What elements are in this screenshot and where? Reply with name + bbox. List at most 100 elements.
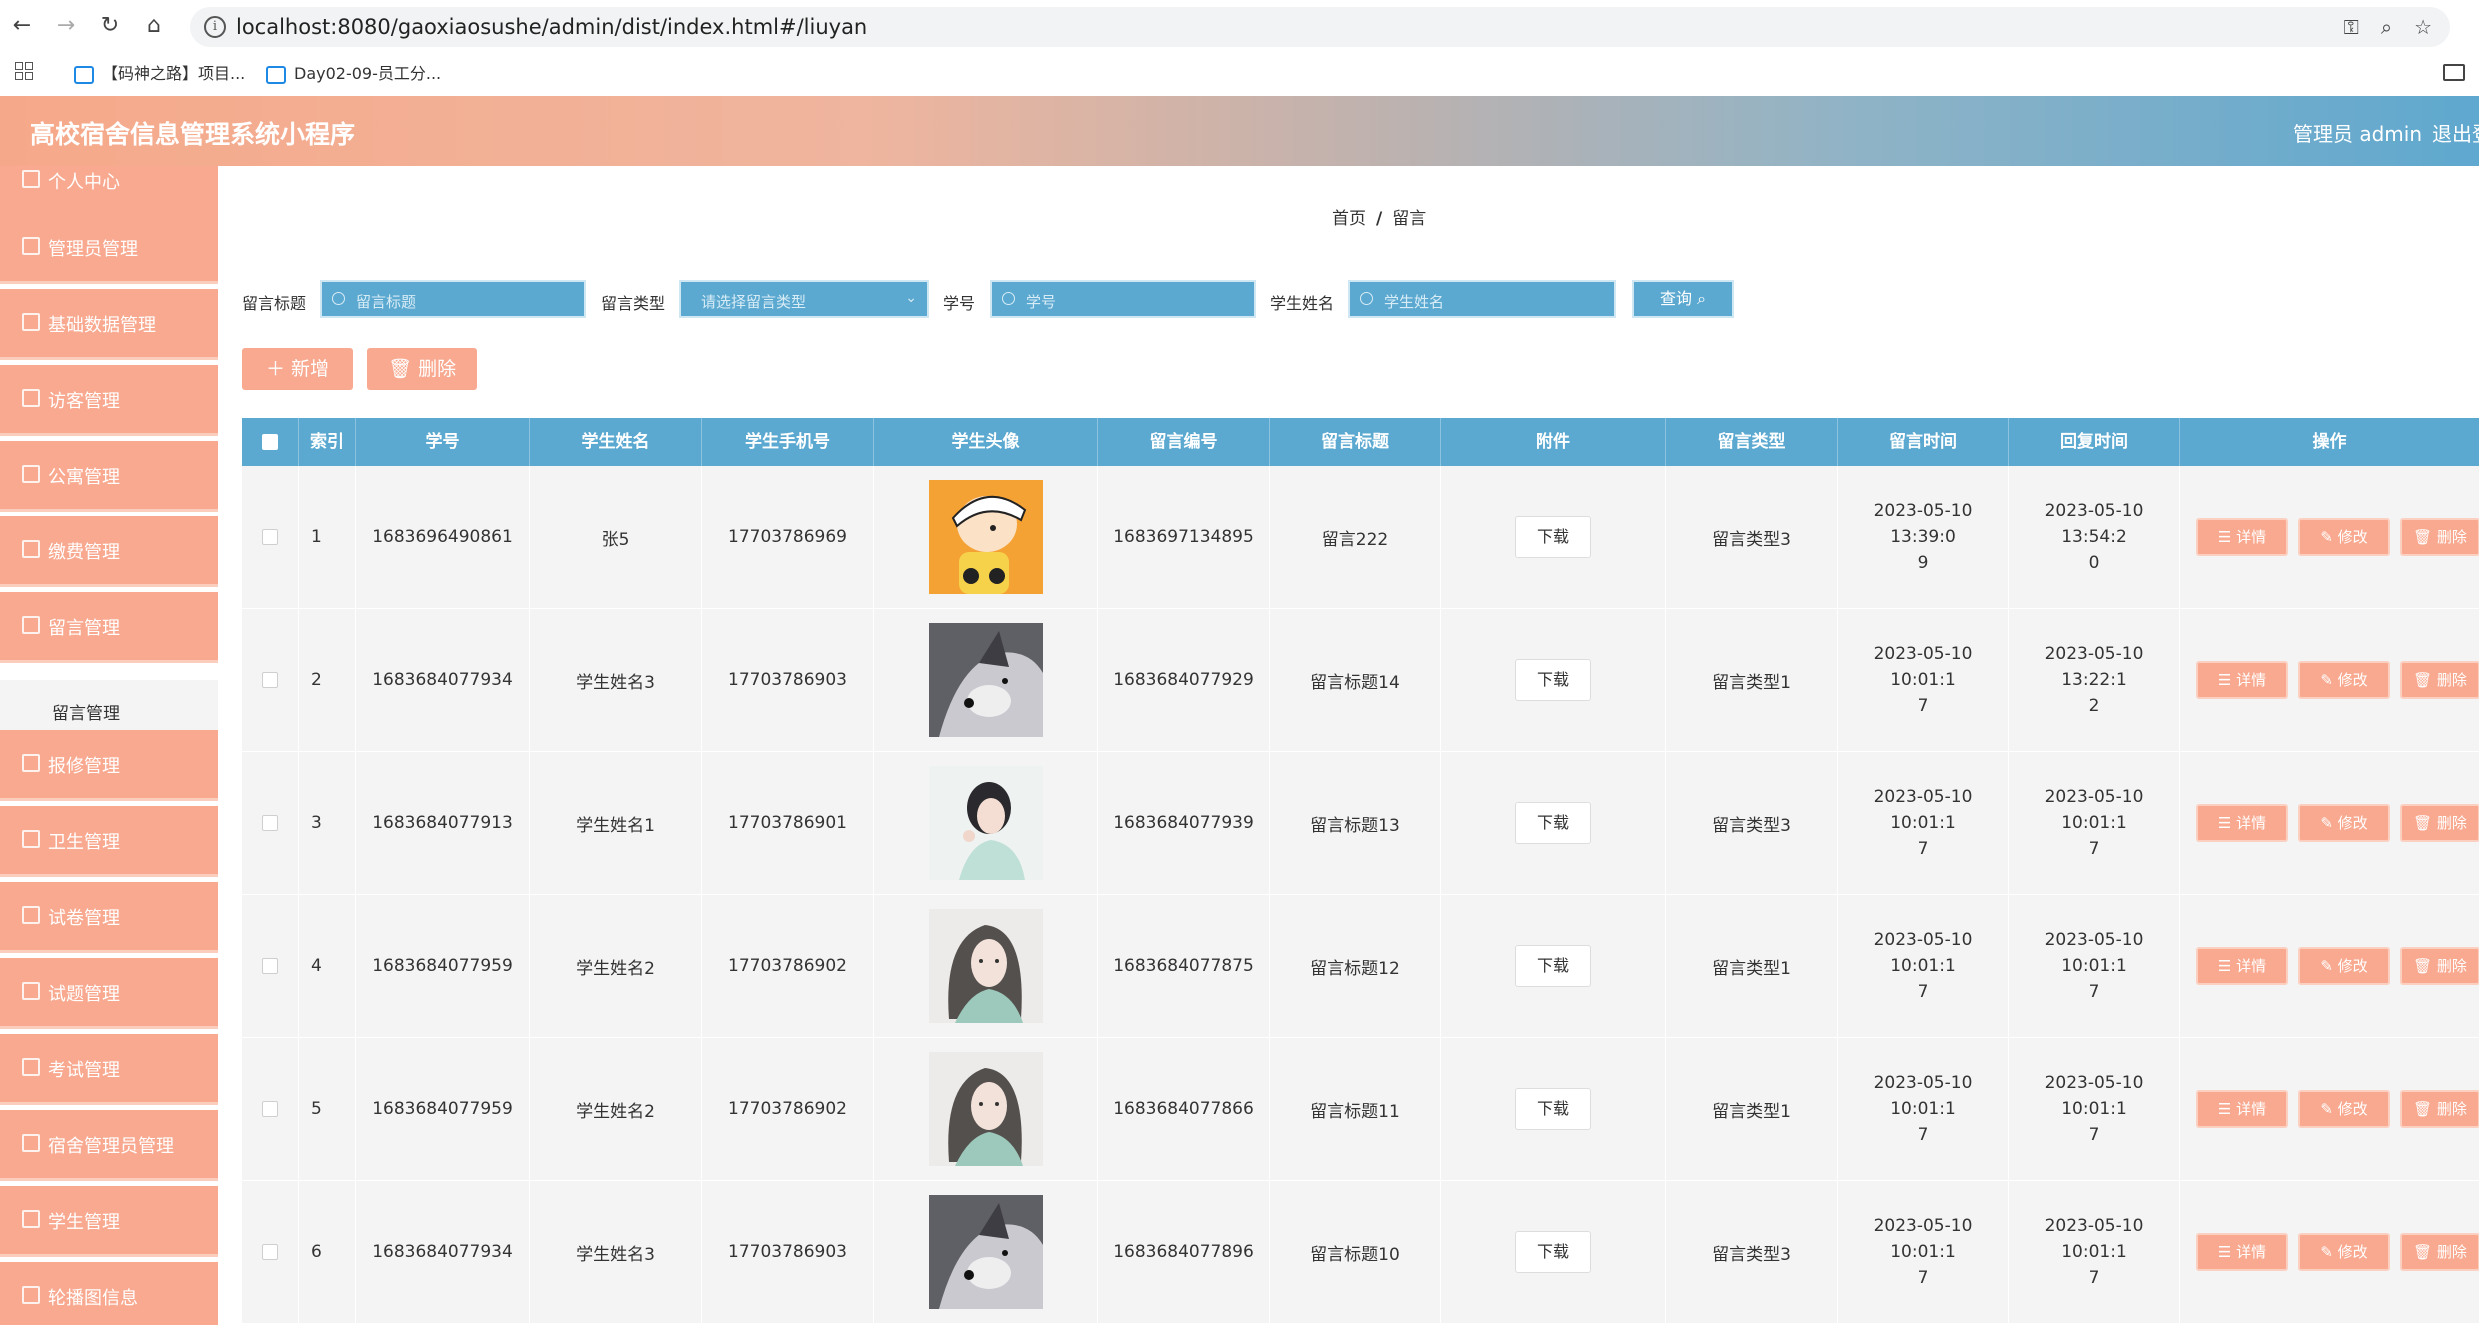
download-button[interactable]: 下载 bbox=[1515, 659, 1591, 701]
sidebar-item-2[interactable]: 管理员管理 bbox=[0, 213, 218, 284]
sidebar-item-10[interactable]: 试卷管理 bbox=[0, 882, 218, 953]
sidebar-item-1[interactable]: 个人中心 bbox=[0, 166, 218, 217]
sidebar-item-15[interactable]: 轮播图信息 bbox=[0, 1262, 218, 1325]
back-arrow-icon[interactable]: ← bbox=[8, 12, 36, 40]
download-button[interactable]: 下载 bbox=[1515, 945, 1591, 987]
column-header[interactable]: 学生姓名 bbox=[530, 418, 702, 466]
add-button[interactable]: ＋ 新增 bbox=[242, 348, 353, 390]
reload-icon[interactable]: ↻ bbox=[96, 12, 124, 40]
logout-link[interactable]: 退出登录 bbox=[2432, 118, 2479, 147]
grid-icon bbox=[22, 540, 40, 558]
delete-button[interactable]: 🗑 删除 bbox=[2400, 804, 2479, 842]
row-checkbox[interactable] bbox=[262, 815, 278, 831]
detail-button[interactable]: ☰ 详情 bbox=[2196, 1233, 2288, 1271]
download-button[interactable]: 下载 bbox=[1515, 1088, 1591, 1130]
home-icon[interactable]: ⌂ bbox=[140, 12, 168, 40]
apps-grid-icon[interactable] bbox=[15, 62, 33, 80]
sidebar-item-13[interactable]: 宿舍管理员管理 bbox=[0, 1110, 218, 1181]
message-no-cell: 1683684077939 bbox=[1098, 752, 1270, 894]
student-phone-cell: 17703786903 bbox=[702, 609, 874, 751]
column-header[interactable]: 索引 bbox=[299, 418, 356, 466]
delete-button[interactable]: 🗑 删除 bbox=[2400, 1233, 2479, 1271]
delete-button[interactable]: 🗑 删除 bbox=[2400, 1090, 2479, 1128]
person-icon bbox=[22, 170, 40, 188]
operation-cell: ☰ 详情 ✎ 修改 🗑 删除 bbox=[2180, 1181, 2479, 1323]
select-all-checkbox[interactable] bbox=[262, 434, 278, 450]
title-search-input[interactable]: 留言标题 bbox=[320, 280, 586, 318]
column-header[interactable]: 留言编号 bbox=[1098, 418, 1270, 466]
edit-button[interactable]: ✎ 修改 bbox=[2298, 518, 2390, 556]
row-checkbox[interactable] bbox=[262, 1244, 278, 1260]
row-checkbox[interactable] bbox=[262, 672, 278, 688]
message-type-cell: 留言类型3 bbox=[1666, 466, 1838, 608]
type-select[interactable]: 请选择留言类型 ⌄ bbox=[679, 280, 929, 318]
detail-button[interactable]: ☰ 详情 bbox=[2196, 518, 2288, 556]
edit-button[interactable]: ✎ 修改 bbox=[2298, 1233, 2390, 1271]
edit-button[interactable]: ✎ 修改 bbox=[2298, 947, 2390, 985]
reply-time-cell: 2023-05-10 10:01:1 7 bbox=[2009, 895, 2180, 1037]
star-icon[interactable]: ☆ bbox=[2414, 15, 2432, 39]
column-header[interactable]: 留言类型 bbox=[1666, 418, 1838, 466]
sidebar-item-6[interactable]: 缴费管理 bbox=[0, 516, 218, 587]
grid-icon bbox=[22, 465, 40, 483]
index-cell: 6 bbox=[299, 1181, 356, 1323]
password-key-icon[interactable]: ⚿ bbox=[2344, 15, 2359, 39]
student-phone-cell: 17703786969 bbox=[702, 466, 874, 608]
address-bar[interactable]: i localhost:8080/gaoxiaosushe/admin/dist… bbox=[190, 7, 2450, 47]
column-header[interactable]: 回复时间 bbox=[2009, 418, 2180, 466]
plus-icon: ＋ bbox=[265, 358, 285, 380]
student-name-cell: 学生姓名1 bbox=[530, 752, 702, 894]
url-text[interactable]: localhost:8080/gaoxiaosushe/admin/dist/i… bbox=[236, 15, 867, 39]
bookmarks-folder-icon[interactable] bbox=[2443, 64, 2465, 81]
column-header[interactable]: 学号 bbox=[356, 418, 530, 466]
message-title-cell: 留言标题14 bbox=[1270, 609, 1441, 751]
column-header[interactable]: 留言标题 bbox=[1270, 418, 1441, 466]
sidebar-item-4[interactable]: 访客管理 bbox=[0, 365, 218, 436]
message-title-cell: 留言222 bbox=[1270, 466, 1441, 608]
edit-button[interactable]: ✎ 修改 bbox=[2298, 804, 2390, 842]
column-header[interactable]: 附件 bbox=[1441, 418, 1666, 466]
column-header[interactable]: 学生手机号 bbox=[702, 418, 874, 466]
breadcrumb-home[interactable]: 首页 bbox=[1332, 209, 1366, 229]
name-search-input[interactable]: 学生姓名 bbox=[1348, 280, 1616, 318]
sidebar-item-5[interactable]: 公寓管理 bbox=[0, 441, 218, 512]
sidebar-item-14[interactable]: 学生管理 bbox=[0, 1186, 218, 1257]
bookmark-2[interactable]: Day02-09-员工分... bbox=[266, 60, 441, 84]
table-row: 2 1683684077934 学生姓名3 17703786903 1683684077… bbox=[242, 609, 2479, 752]
bookmark-1[interactable]: 【码神之路】项目... bbox=[74, 60, 245, 84]
delete-button[interactable]: 🗑 删除 bbox=[2400, 947, 2479, 985]
sidebar-item-11[interactable]: 试题管理 bbox=[0, 958, 218, 1029]
sidebar-item-8[interactable]: 报修管理 bbox=[0, 730, 218, 801]
detail-button[interactable]: ☰ 详情 bbox=[2196, 947, 2288, 985]
column-header[interactable]: 学生头像 bbox=[874, 418, 1098, 466]
edit-button[interactable]: ✎ 修改 bbox=[2298, 661, 2390, 699]
zoom-icon[interactable]: ⌕ bbox=[2381, 15, 2392, 39]
row-checkbox[interactable] bbox=[262, 958, 278, 974]
sno-search-input[interactable]: 学号 bbox=[990, 280, 1256, 318]
download-button[interactable]: 下载 bbox=[1515, 802, 1591, 844]
batch-delete-button[interactable]: 🗑 删除 bbox=[367, 348, 477, 390]
column-header[interactable]: 留言时间 bbox=[1838, 418, 2009, 466]
sidebar-item-9[interactable]: 卫生管理 bbox=[0, 806, 218, 877]
detail-button[interactable]: ☰ 详情 bbox=[2196, 1090, 2288, 1128]
sidebar-item-12[interactable]: 考试管理 bbox=[0, 1034, 218, 1105]
edit-button[interactable]: ✎ 修改 bbox=[2298, 1090, 2390, 1128]
chevron-down-icon: ⌄ bbox=[905, 290, 917, 306]
download-button[interactable]: 下载 bbox=[1515, 516, 1591, 558]
operation-cell: ☰ 详情 ✎ 修改 🗑 删除 bbox=[2180, 895, 2479, 1037]
student-phone-cell: 17703786902 bbox=[702, 1038, 874, 1180]
delete-button[interactable]: 🗑 删除 bbox=[2400, 518, 2479, 556]
row-checkbox[interactable] bbox=[262, 1101, 278, 1117]
detail-button[interactable]: ☰ 详情 bbox=[2196, 804, 2288, 842]
download-button[interactable]: 下载 bbox=[1515, 1231, 1591, 1273]
site-info-icon[interactable]: i bbox=[204, 16, 226, 38]
forward-arrow-icon[interactable]: → bbox=[52, 12, 80, 40]
row-checkbox[interactable] bbox=[262, 529, 278, 545]
query-button[interactable]: 查询 ⌕ bbox=[1632, 280, 1734, 318]
sidebar-item-7[interactable]: 留言管理 bbox=[0, 592, 218, 663]
bilibili-icon bbox=[266, 65, 286, 84]
detail-button[interactable]: ☰ 详情 bbox=[2196, 661, 2288, 699]
column-header[interactable]: 操作 bbox=[2180, 418, 2479, 466]
delete-button[interactable]: 🗑 删除 bbox=[2400, 661, 2479, 699]
sidebar-item-3[interactable]: 基础数据管理 bbox=[0, 289, 218, 360]
